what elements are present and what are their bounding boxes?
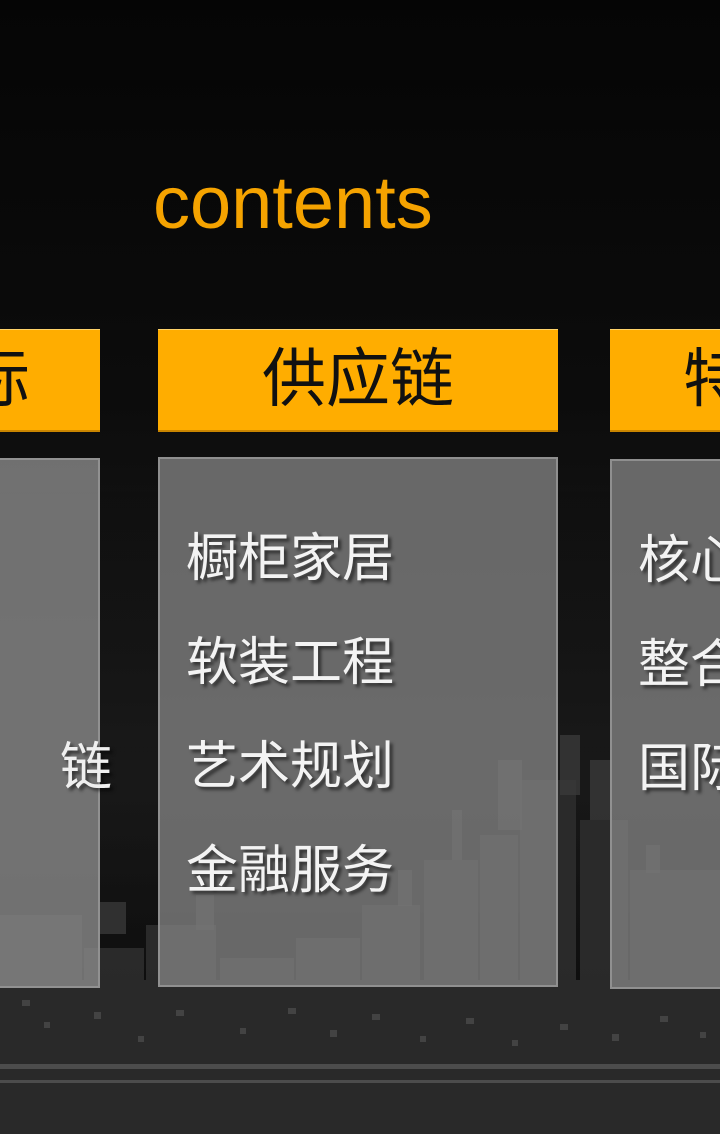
list-item — [0, 508, 98, 612]
list-item: 软装工程 — [186, 633, 395, 693]
section-list-supply-chain: 橱柜家居 软装工程 艺术规划 金融服务 — [158, 457, 558, 987]
section-header-left: 际 — [0, 329, 100, 432]
section-header-right-label: 特 — [683, 343, 720, 417]
section-header-supply-chain-label: 供应链 — [262, 343, 454, 417]
section-column-supply-chain: 供应链 橱柜家居 软装工程 艺术规划 金融服务 — [158, 329, 558, 987]
section-list-left: 链 — [0, 458, 113, 988]
list-item: 核心 — [638, 531, 720, 591]
list-item: 链 — [60, 738, 113, 798]
section-column-left: 际 链 — [0, 329, 113, 988]
list-item — [0, 612, 98, 716]
list-item: 整合 — [638, 635, 720, 695]
section-list-right: 核心 整合 国际 — [610, 459, 720, 989]
contents-title: contents — [153, 161, 433, 244]
list-item: 橱柜家居 — [186, 529, 395, 589]
section-column-right: 特 核心 整合 国际 — [610, 329, 720, 989]
list-item: 金融服务 — [186, 841, 395, 901]
section-header-supply-chain: 供应链 — [158, 329, 558, 432]
section-header-right: 特 — [610, 329, 720, 432]
list-item: 国际 — [638, 739, 720, 799]
list-item: 艺术规划 — [186, 737, 395, 797]
section-header-left-label: 际 — [0, 348, 30, 412]
contents-slide: contents 际 链 供应链 橱柜家居 软装工程 艺术规划 金融服务 特 核… — [0, 0, 720, 1134]
